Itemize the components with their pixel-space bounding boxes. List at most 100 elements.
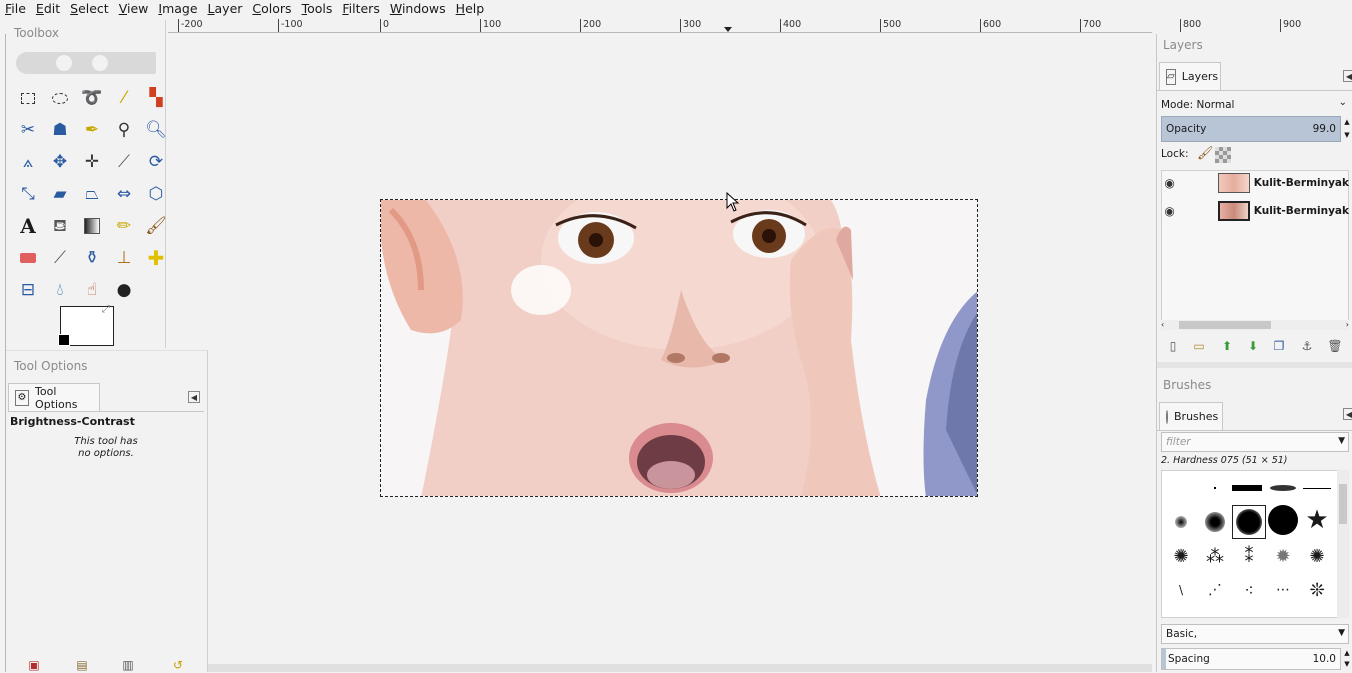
tab-brushes[interactable]: Brushes: [1159, 402, 1223, 430]
pencil-tool[interactable]: ✏: [108, 210, 140, 242]
brush-item[interactable]: [1166, 507, 1196, 537]
brush-preset-select[interactable]: Basic, ▼: [1161, 624, 1349, 644]
scroll-left-icon[interactable]: ‹: [1161, 320, 1164, 329]
menu-windows[interactable]: Windows: [385, 0, 451, 18]
brush-item-selected[interactable]: [1232, 505, 1266, 539]
brush-item[interactable]: [1302, 473, 1332, 503]
brush-item[interactable]: ✺: [1166, 541, 1196, 571]
rotate-tool[interactable]: ⟳: [140, 146, 172, 178]
foreground-select-tool[interactable]: ☗: [44, 114, 76, 146]
new-layer-icon[interactable]: ▯: [1165, 338, 1181, 354]
perspective-clone-tool[interactable]: ⊟: [12, 274, 44, 306]
image-canvas[interactable]: [168, 34, 1152, 664]
brush-item[interactable]: ✹: [1268, 541, 1298, 571]
spacing-slider[interactable]: Spacing 10.0: [1161, 648, 1341, 670]
smudge-tool[interactable]: ☝: [76, 274, 108, 306]
layer-mode-selector[interactable]: Mode: Normal ⌄: [1161, 96, 1349, 114]
opacity-slider[interactable]: Opacity 99.0: [1161, 116, 1341, 142]
rect-select-tool[interactable]: [12, 82, 44, 114]
cage-transform-tool[interactable]: ⬡: [140, 178, 172, 210]
clone-tool[interactable]: ⊥: [108, 242, 140, 274]
menu-layer[interactable]: Layer: [203, 0, 248, 18]
reset-options-icon[interactable]: ↺: [170, 657, 186, 673]
paths-tool[interactable]: ✒: [76, 114, 108, 146]
brush-item[interactable]: ❊: [1302, 575, 1332, 605]
brush-item[interactable]: [1268, 473, 1298, 503]
spacing-spin-buttons[interactable]: ▲ ▼: [1343, 648, 1351, 670]
star-brush-icon[interactable]: ★: [1302, 505, 1332, 535]
move-tool[interactable]: ✥: [44, 146, 76, 178]
brush-item[interactable]: ⁑: [1234, 541, 1264, 571]
swap-colors-icon[interactable]: ⤢: [102, 304, 110, 315]
horizontal-scrollbar[interactable]: [208, 664, 1152, 672]
scroll-thumb[interactable]: [1179, 321, 1271, 329]
ellipse-select-tool[interactable]: [44, 82, 76, 114]
eraser-tool[interactable]: [12, 242, 44, 274]
brush-item[interactable]: \: [1166, 575, 1196, 605]
raise-layer-icon[interactable]: ⬆: [1219, 338, 1235, 354]
menu-tools[interactable]: Tools: [297, 0, 338, 18]
eye-icon[interactable]: ◉: [1161, 176, 1178, 190]
brush-filter-input[interactable]: filter ▼: [1161, 432, 1349, 452]
vertical-ruler[interactable]: [0, 34, 6, 672]
text-tool[interactable]: A: [12, 210, 44, 242]
scroll-right-icon[interactable]: ›: [1346, 320, 1349, 329]
delete-layer-icon[interactable]: 🗑︎: [1327, 338, 1343, 354]
menu-edit[interactable]: Edit: [31, 0, 65, 18]
eye-icon[interactable]: ◉: [1161, 204, 1178, 218]
fuzzy-select-tool[interactable]: ⁄: [108, 82, 140, 114]
image-layer[interactable]: [380, 199, 978, 497]
new-layer-group-icon[interactable]: ▭: [1191, 338, 1207, 354]
restore-options-icon[interactable]: ▤: [74, 657, 90, 673]
horizontal-ruler[interactable]: -200 -100 0 100 200 300 400 500 600 700 …: [168, 18, 1301, 33]
select-by-color-tool[interactable]: ▚: [140, 82, 172, 114]
free-select-tool[interactable]: ➰: [76, 82, 108, 114]
brush-item[interactable]: [1232, 473, 1262, 503]
save-options-icon[interactable]: ▣: [26, 657, 42, 673]
opacity-spin-buttons[interactable]: ▲ ▼: [1343, 116, 1351, 142]
delete-options-icon[interactable]: ▥: [120, 657, 136, 673]
menu-view[interactable]: View: [114, 0, 154, 18]
bucket-fill-tool[interactable]: ⛾: [44, 210, 76, 242]
perspective-tool[interactable]: ⏢: [76, 178, 108, 210]
lock-pixels-icon[interactable]: 🖌︎: [1197, 146, 1214, 161]
brushes-vscrollbar[interactable]: [1337, 470, 1349, 618]
brush-item[interactable]: [1200, 507, 1230, 537]
shear-tool[interactable]: ▰: [44, 178, 76, 210]
dodge-burn-tool[interactable]: ●: [108, 274, 140, 306]
foreground-color-swatch[interactable]: [58, 334, 70, 346]
scissors-select-tool[interactable]: ✂: [12, 114, 44, 146]
layers-hscrollbar[interactable]: ‹ ›: [1161, 320, 1349, 330]
zoom-tool[interactable]: 🔍︎: [140, 114, 172, 146]
brushes-menu-button[interactable]: ◀: [1343, 408, 1352, 420]
menu-help[interactable]: Help: [451, 0, 490, 18]
paintbrush-tool[interactable]: 🖌︎: [140, 210, 172, 242]
blend-tool[interactable]: [76, 210, 108, 242]
brush-item[interactable]: ⁖: [1234, 575, 1264, 605]
blur-tool[interactable]: 💧︎: [44, 274, 76, 306]
brush-item[interactable]: [1200, 473, 1230, 503]
airbrush-tool[interactable]: ⟋: [44, 242, 76, 274]
tab-tool-options[interactable]: ⚙ Tool Options: [8, 383, 100, 411]
tool-options-menu-button[interactable]: ◀: [188, 391, 200, 403]
tab-layers[interactable]: ▱ Layers: [1159, 62, 1221, 90]
menu-colors[interactable]: Colors: [247, 0, 296, 18]
measure-tool[interactable]: ⟑: [12, 146, 44, 178]
menu-filters[interactable]: Filters: [337, 0, 384, 18]
brushes-grid[interactable]: ★ ✺ ⁂ ⁑ ✹ ✺ \ ⋰ ⁖ ⋯ ❊: [1161, 470, 1349, 618]
ink-tool[interactable]: ⚱: [76, 242, 108, 274]
align-tool[interactable]: ✛: [76, 146, 108, 178]
lock-alpha-icon[interactable]: [1215, 147, 1231, 163]
brush-item[interactable]: ⋰: [1200, 575, 1230, 605]
color-picker-tool[interactable]: ⚲: [108, 114, 140, 146]
scroll-thumb[interactable]: [1339, 484, 1347, 524]
anchor-layer-icon[interactable]: ⚓: [1299, 338, 1315, 354]
menu-select[interactable]: Select: [65, 0, 114, 18]
lower-layer-icon[interactable]: ⬇: [1245, 338, 1261, 354]
dock-separator[interactable]: [1157, 362, 1352, 368]
heal-tool[interactable]: ✚: [140, 242, 172, 274]
menu-image[interactable]: Image: [153, 0, 202, 18]
brush-item[interactable]: [1268, 505, 1298, 535]
brush-item[interactable]: ⋯: [1268, 575, 1298, 605]
menu-file[interactable]: File: [0, 0, 31, 18]
